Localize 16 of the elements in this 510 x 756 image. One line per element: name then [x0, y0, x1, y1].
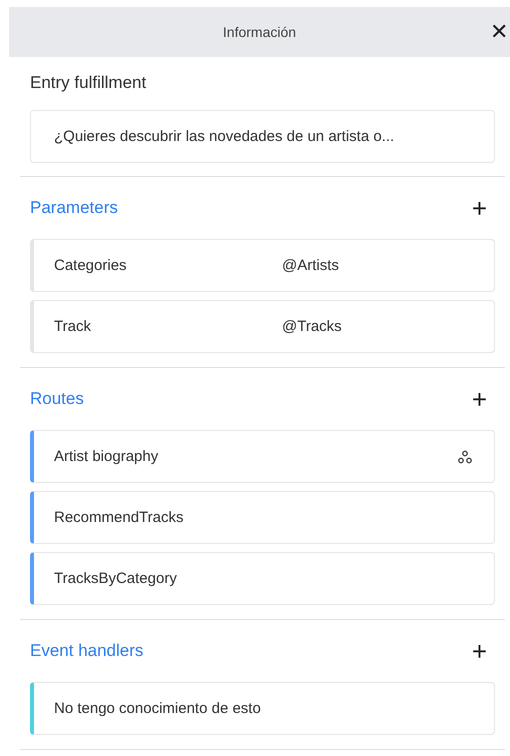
panel-title: Información: [222, 24, 296, 40]
section-label: Entry fulfillment: [30, 73, 148, 93]
section-title: Parameters: [30, 198, 118, 218]
route-card[interactable]: No tengo conocimiento de esto: [30, 682, 495, 735]
parameter-row[interactable]: Track @Tracks: [30, 300, 495, 353]
add-button[interactable]: +: [464, 638, 495, 664]
close-button[interactable]: ✕: [486, 19, 510, 45]
parameter-row[interactable]: Categories @Artists: [30, 239, 495, 292]
route-card[interactable]: RecommendTracks: [30, 491, 495, 544]
section-title: Routes: [30, 389, 84, 409]
fulfillment-card[interactable]: ¿Quieres descubrir las novedades de un artista o...: [30, 110, 495, 163]
add-button[interactable]: +: [464, 386, 495, 412]
route-card[interactable]: Artist biography: [30, 430, 495, 483]
route-card[interactable]: TracksByCategory: [30, 552, 495, 605]
section-title: Event handlers: [30, 641, 144, 661]
add-button[interactable]: +: [464, 195, 495, 221]
